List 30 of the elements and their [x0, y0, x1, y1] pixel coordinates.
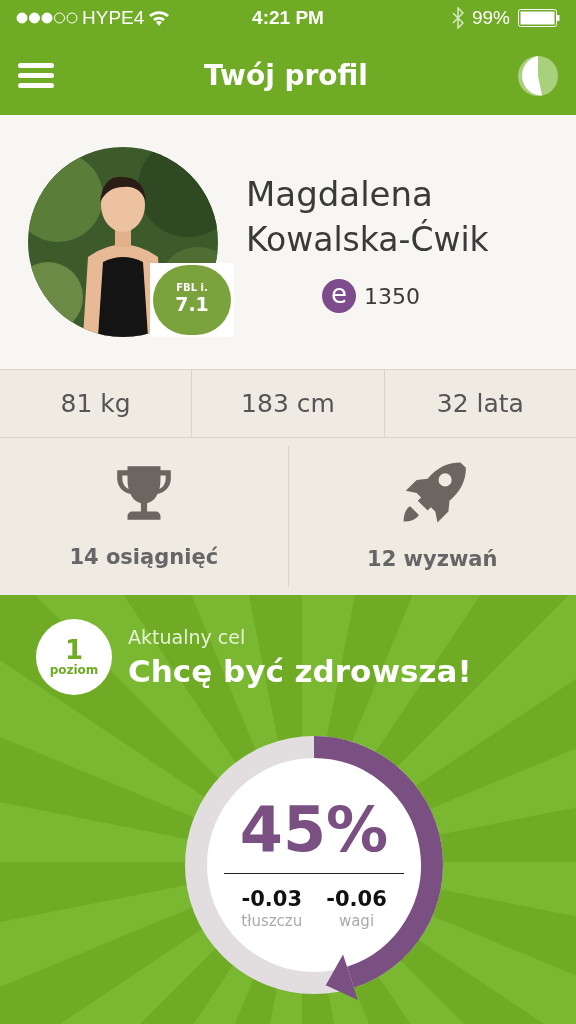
progress-percent: 45% — [239, 799, 389, 861]
badge-value: 7.1 — [175, 293, 209, 317]
points-icon: e — [322, 279, 356, 313]
metric-label: tłuszczu — [241, 912, 303, 931]
achievement-label: 14 osiągnięć — [69, 543, 219, 571]
achievement-label: 12 wyzwań — [367, 545, 498, 573]
page-title: Twój profil — [203, 57, 369, 94]
pie-chart-icon[interactable] — [518, 55, 558, 96]
menu-button[interactable] — [18, 63, 54, 88]
battery-icon — [518, 9, 560, 27]
badge-label: FBL i. — [176, 283, 208, 294]
stat-value: 32 lata — [436, 387, 524, 420]
goal-title: Chcę być zdrowsza! — [128, 651, 472, 691]
carrier-name: HYPE4 — [82, 5, 145, 30]
metric-label: wagi — [338, 912, 375, 931]
last-name: Kowalska-Ćwik — [246, 218, 489, 261]
level-number: 1 — [64, 636, 84, 663]
first-name: Magdalena — [246, 173, 434, 216]
stat-value: 183 cm — [241, 387, 335, 420]
points-value: 1350 — [364, 282, 420, 311]
stat-value: 81 kg — [60, 387, 131, 420]
metric-value: -0.03 — [241, 886, 302, 913]
status-time: 4:21 PM — [252, 5, 324, 30]
metric-value: -0.06 — [326, 886, 387, 913]
signal-icon — [16, 12, 78, 24]
bluetooth-icon — [451, 7, 464, 29]
level-label: poziom — [49, 662, 99, 678]
wifi-icon — [148, 10, 171, 26]
battery-percent: 99% — [471, 5, 510, 30]
goal-caption: Aktualny cel — [128, 625, 247, 651]
